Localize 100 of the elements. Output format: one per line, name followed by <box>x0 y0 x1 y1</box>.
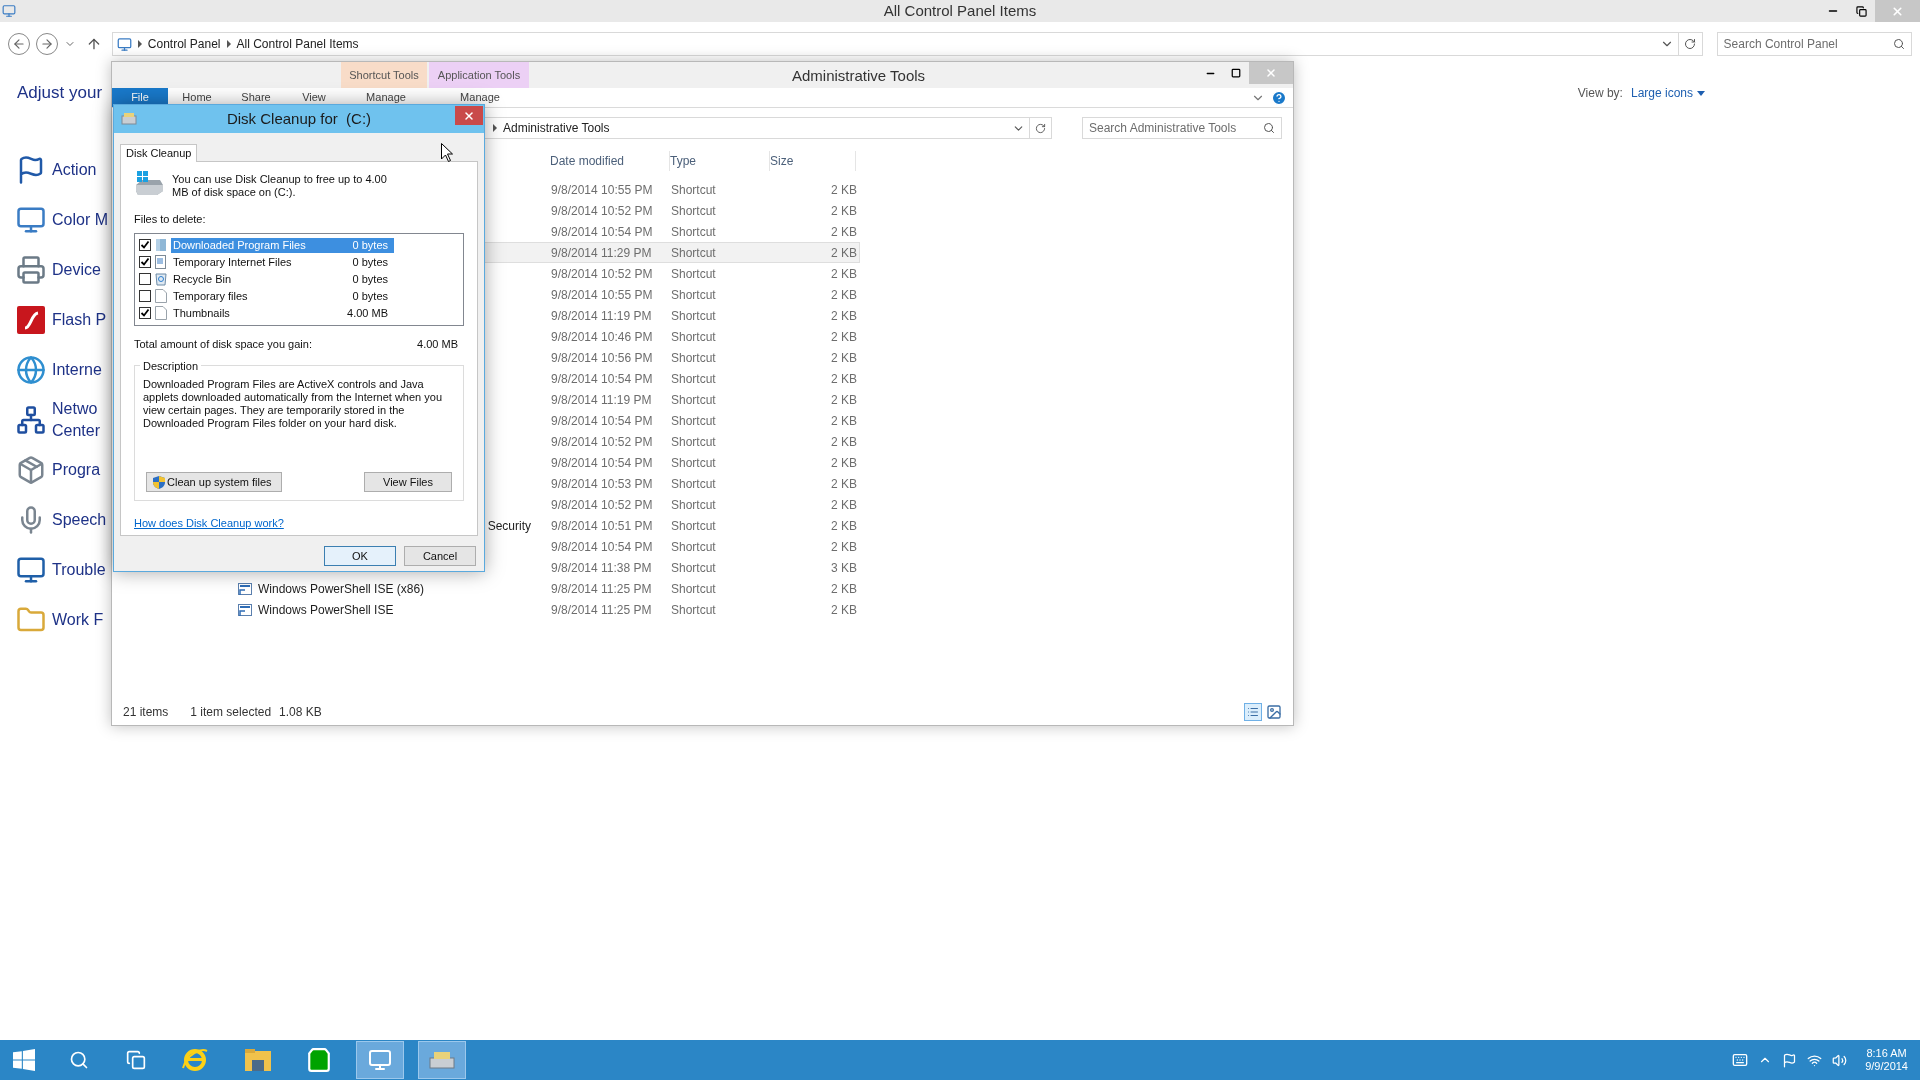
date-cell-text: 9/8/2014 10:55 PM <box>551 181 654 199</box>
disk-cleanup-icon <box>121 112 137 126</box>
large-icons-view-icon[interactable] <box>1266 704 1282 720</box>
size-cell-text: 2 KB <box>830 433 857 451</box>
control-panel-applet[interactable]: Netwo Center <box>52 398 101 442</box>
refresh-icon[interactable] <box>1684 38 1697 50</box>
ribbon-tab[interactable]: Manage <box>430 88 530 107</box>
date-cell-text: 9/8/2014 10:52 PM <box>551 433 654 451</box>
blank-page-icon <box>155 289 167 303</box>
size-cell-text: 2 KB <box>830 202 857 220</box>
column-header[interactable]: Type <box>670 151 770 171</box>
view-files-button[interactable]: View Files <box>364 472 452 492</box>
control-panel-icon <box>116 36 132 52</box>
taskbar-button[interactable] <box>418 1041 466 1079</box>
type-cell-text: Shortcut <box>671 244 717 262</box>
dialog-tab[interactable]: Disk Cleanup <box>120 144 198 162</box>
intro-text: You can use Disk Cleanup to free up to 4.00 MB of disk space on (C:). <box>172 173 388 199</box>
control-panel-applet[interactable]: Interne <box>52 359 102 381</box>
date-cell-text: 9/8/2014 10:55 PM <box>551 286 654 304</box>
date-cell-text: 9/8/2014 10:51 PM <box>551 517 654 535</box>
type-cell-text: Shortcut <box>671 475 717 493</box>
size-cell-text: 2 KB <box>830 601 857 619</box>
date-cell-text: 9/8/2014 10:46 PM <box>551 328 654 346</box>
disk-cleanup-icon <box>428 1049 456 1071</box>
control-panel-applet[interactable]: Action <box>52 159 97 181</box>
flag-icon[interactable] <box>1782 1052 1798 1068</box>
refresh-icon[interactable] <box>1035 122 1046 134</box>
close-icon <box>1891 4 1904 18</box>
store-bag-icon <box>306 1047 332 1073</box>
address-bar[interactable]: Control Panel All Control Panel Items <box>111 32 1703 56</box>
breadcrumb-arrow-icon <box>226 40 231 48</box>
breadcrumb-item[interactable]: Administrative Tools <box>503 119 610 137</box>
ribbon-tab[interactable]: View <box>286 88 342 107</box>
help-link[interactable]: How does Disk Cleanup work? <box>134 515 284 532</box>
type-cell-text: Shortcut <box>671 538 717 556</box>
globe-icon <box>16 355 46 385</box>
breadcrumb-item[interactable]: All Control Panel Items <box>236 35 359 53</box>
control-panel-applet[interactable]: Work F <box>52 609 104 631</box>
file-explorer-icon <box>244 1048 272 1072</box>
file-row[interactable]: Windows PowerShell ISE (x86) 9/8/2014 11:25 PM Shortcut 2 KB <box>232 578 860 599</box>
network-icon[interactable] <box>1807 1052 1823 1068</box>
date-cell-text: 9/8/2014 10:54 PM <box>551 223 654 241</box>
control-panel-applet[interactable]: Device <box>52 259 101 281</box>
control-panel-applet[interactable]: Trouble <box>52 559 106 581</box>
search-icon <box>69 1050 89 1070</box>
cancel-button[interactable]: Cancel <box>404 546 476 566</box>
script-shortcut-icon <box>238 602 252 617</box>
help-icon[interactable] <box>1271 89 1287 106</box>
blank-page-icon <box>155 306 167 320</box>
keyboard-icon[interactable] <box>1732 1052 1749 1068</box>
column-header[interactable]: Date modified <box>550 151 670 171</box>
view-by-label: View by: <box>1577 85 1623 102</box>
task-view-icon <box>126 1050 146 1070</box>
type-cell-text: Shortcut <box>671 433 717 451</box>
file-row[interactable]: Windows PowerShell ISE 9/8/2014 11:25 PM Shortcut 2 KB <box>232 599 860 620</box>
control-panel-applet[interactable]: Progra <box>52 459 101 481</box>
close-button[interactable] <box>455 106 483 125</box>
control-panel-applet[interactable]: Color M <box>52 209 108 231</box>
details-view-icon[interactable] <box>1244 703 1262 721</box>
control-panel-icon <box>368 1048 392 1072</box>
size-cell-text: 2 KB <box>830 412 857 430</box>
size-cell-text: 2 KB <box>830 286 857 304</box>
size-cell-text: 2 KB <box>830 475 857 493</box>
file-category-item[interactable]: Temporary files 0 bytes <box>171 288 394 304</box>
speaker-icon[interactable] <box>1832 1052 1848 1068</box>
type-cell-text: Shortcut <box>671 454 717 472</box>
close-icon <box>463 109 475 122</box>
ribbon-tab[interactable]: Manage <box>342 88 430 107</box>
date-cell-text: 9/8/2014 10:52 PM <box>551 202 654 220</box>
type-cell-text: Shortcut <box>671 370 717 388</box>
checkbox[interactable] <box>139 273 151 285</box>
control-panel-applet[interactable]: Flash P <box>52 309 107 331</box>
file-category-item[interactable]: Thumbnails 4.00 MB <box>171 305 394 321</box>
clean-up-system-files-button[interactable]: Clean up system files <box>146 472 282 492</box>
view-by-dropdown[interactable]: Large icons <box>1630 84 1705 102</box>
monitor-icon <box>16 555 46 585</box>
checkbox[interactable] <box>139 256 151 268</box>
file-category-item[interactable]: Recycle Bin 0 bytes <box>171 271 394 287</box>
breadcrumb-item[interactable]: Control Panel <box>147 35 221 53</box>
type-cell-text: Shortcut <box>671 391 717 409</box>
control-panel-applet[interactable]: Speech <box>52 509 107 531</box>
size-cell-text: 2 KB <box>830 538 857 556</box>
ok-button[interactable]: OK <box>324 546 396 566</box>
ribbon-tab[interactable]: Share <box>226 88 286 107</box>
type-cell-text: Shortcut <box>671 559 717 577</box>
checkbox[interactable] <box>139 239 151 251</box>
type-cell-text: Shortcut <box>671 601 717 619</box>
checkbox[interactable] <box>139 290 151 302</box>
taskbar-button[interactable] <box>356 1041 404 1079</box>
file-name: Windows PowerShell ISE (x86) <box>258 580 425 598</box>
size-cell-text: 2 KB <box>830 454 857 472</box>
checkbox[interactable] <box>139 307 151 319</box>
date-cell-text: 9/8/2014 11:19 PM <box>551 391 653 409</box>
search-field[interactable]: Search Administrative Tools <box>1082 117 1282 139</box>
files-to-delete-label: Files to delete: <box>134 212 207 227</box>
ribbon-tab[interactable]: Home <box>168 88 226 107</box>
search-field[interactable]: Search Control Panel <box>1716 32 1912 56</box>
selection-status: 1 item selected <box>190 704 272 721</box>
column-header[interactable]: Size <box>770 151 856 171</box>
clock[interactable]: 8:16 AM 9/9/2014 <box>1865 1047 1908 1073</box>
